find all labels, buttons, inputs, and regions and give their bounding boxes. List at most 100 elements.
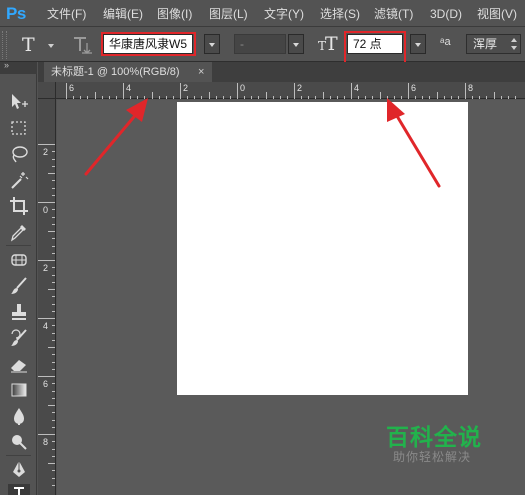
menu-image[interactable]: 图像(I) xyxy=(157,6,192,22)
ruler-tick xyxy=(458,96,459,99)
font-size-dropdown-button[interactable] xyxy=(410,34,426,54)
menu-3d[interactable]: 3D(D) xyxy=(430,6,462,22)
gradient-tool-icon[interactable] xyxy=(9,380,29,400)
horizontal-type-tool-icon[interactable] xyxy=(8,484,30,495)
tools-divider xyxy=(6,455,31,456)
antialias-select[interactable]: 浑厚 xyxy=(466,34,521,54)
pen-tool-icon[interactable] xyxy=(9,460,29,480)
ruler-tick xyxy=(73,96,74,99)
ruler-tick xyxy=(422,96,423,99)
ruler-tick xyxy=(130,96,131,99)
photoshop-logo: Ps xyxy=(6,4,26,23)
font-family-field[interactable]: 华康唐风隶W5 xyxy=(103,34,193,54)
lasso-tool-icon[interactable] xyxy=(9,144,29,164)
ruler-tick xyxy=(52,224,55,225)
font-style-field[interactable]: - xyxy=(234,34,286,54)
ruler-tick xyxy=(358,96,359,99)
ruler-tick xyxy=(48,463,55,464)
antialias-icon: aaaa xyxy=(440,36,451,48)
ruler-tick xyxy=(323,92,324,99)
ruler-tick xyxy=(144,96,145,99)
ruler-tick-label: 2 xyxy=(183,83,189,93)
menu-edit[interactable]: 编辑(E) xyxy=(103,6,143,22)
ruler-tick xyxy=(437,92,438,99)
watermark-subtitle: 助你轻松解决 xyxy=(393,450,472,464)
ruler-tick xyxy=(52,391,55,392)
watermark-title: 百科全说 xyxy=(386,425,482,451)
ruler-tick xyxy=(216,96,217,99)
ruler-tick xyxy=(52,311,55,312)
vertical-ruler[interactable]: 2 0 2 4 6 8 xyxy=(38,99,56,495)
magic-wand-tool-icon[interactable] xyxy=(9,170,29,190)
tools-divider xyxy=(6,245,31,246)
dodge-tool-icon[interactable] xyxy=(9,432,29,452)
ruler-tick xyxy=(52,159,55,160)
ruler-tick xyxy=(52,441,55,442)
ruler-tick-label: 8 xyxy=(43,437,49,447)
ruler-tick xyxy=(166,96,167,99)
font-style-dropdown-button[interactable] xyxy=(288,34,304,54)
options-bar-grip[interactable] xyxy=(2,31,7,59)
ruler-tick xyxy=(52,282,55,283)
ruler-tick xyxy=(479,96,480,99)
marquee-tool-icon[interactable] xyxy=(9,118,29,138)
ruler-tick-label: 6 xyxy=(411,83,417,93)
ruler-tick xyxy=(87,96,88,99)
ruler-tick xyxy=(52,383,55,384)
ruler-tick xyxy=(80,96,81,99)
eraser-tool-icon[interactable] xyxy=(9,354,29,374)
menu-view[interactable]: 视图(V) xyxy=(477,6,517,22)
ruler-tick xyxy=(472,96,473,99)
ruler-tick xyxy=(38,144,55,145)
type-tool-icon[interactable]: T xyxy=(22,33,44,57)
brush-tool-icon[interactable] xyxy=(9,276,29,296)
ruler-tick xyxy=(123,83,124,99)
ruler-tick xyxy=(429,96,430,99)
eyedropper-tool-icon[interactable] xyxy=(9,222,29,242)
collapse-arrows-icon[interactable]: » xyxy=(4,60,9,70)
history-brush-tool-icon[interactable] xyxy=(9,328,29,348)
document-tab[interactable]: 未标题-1 @ 100%(RGB/8) xyxy=(44,62,212,82)
tools-panel: » xyxy=(0,60,37,495)
ruler-tick-label: 6 xyxy=(69,83,75,93)
ruler-tick xyxy=(52,485,55,486)
blur-tool-icon[interactable] xyxy=(9,406,29,426)
ruler-tick-label: 4 xyxy=(43,321,49,331)
ruler-tick xyxy=(52,398,55,399)
tool-preset-caret-icon[interactable] xyxy=(48,44,54,48)
ruler-origin[interactable] xyxy=(38,82,56,99)
ruler-tick xyxy=(38,434,55,435)
ruler-tick xyxy=(52,209,55,210)
font-family-dropdown-button[interactable] xyxy=(204,34,220,54)
text-orientation-icon[interactable] xyxy=(72,34,94,56)
ruler-tick xyxy=(52,304,55,305)
ruler-tick xyxy=(380,92,381,99)
ruler-tick xyxy=(102,96,103,99)
ruler-tick-label: 2 xyxy=(43,263,49,273)
move-tool-icon[interactable] xyxy=(9,92,29,112)
ruler-tick xyxy=(194,96,195,99)
ruler-tick xyxy=(372,96,373,99)
close-icon[interactable]: × xyxy=(198,65,204,79)
tools-panel-header[interactable]: » xyxy=(0,60,37,74)
ruler-tick xyxy=(48,231,55,232)
ruler-tick xyxy=(52,354,55,355)
ruler-tick xyxy=(330,96,331,99)
document-tab-bar: 未标题-1 @ 100%(RGB/8) × xyxy=(38,62,525,82)
font-size-field[interactable]: 72 点 xyxy=(347,34,403,54)
ruler-tick xyxy=(280,96,281,99)
healing-brush-tool-icon[interactable] xyxy=(9,250,29,270)
horizontal-ruler[interactable]: 6 4 2 0 2 4 6 8 xyxy=(56,82,525,99)
menu-layer[interactable]: 图层(L) xyxy=(209,6,248,22)
menu-file[interactable]: 文件(F) xyxy=(47,6,86,22)
menu-select[interactable]: 选择(S) xyxy=(320,6,360,22)
clone-stamp-tool-icon[interactable] xyxy=(9,302,29,322)
ruler-tick-label: 2 xyxy=(297,83,303,93)
menu-type[interactable]: 文字(Y) xyxy=(264,6,304,22)
document-canvas[interactable] xyxy=(177,102,468,395)
ruler-tick xyxy=(266,92,267,99)
crop-tool-icon[interactable] xyxy=(9,196,29,216)
ruler-tick-label: 2 xyxy=(43,147,49,157)
ruler-tick xyxy=(465,83,466,99)
menu-filter[interactable]: 滤镜(T) xyxy=(374,6,413,22)
